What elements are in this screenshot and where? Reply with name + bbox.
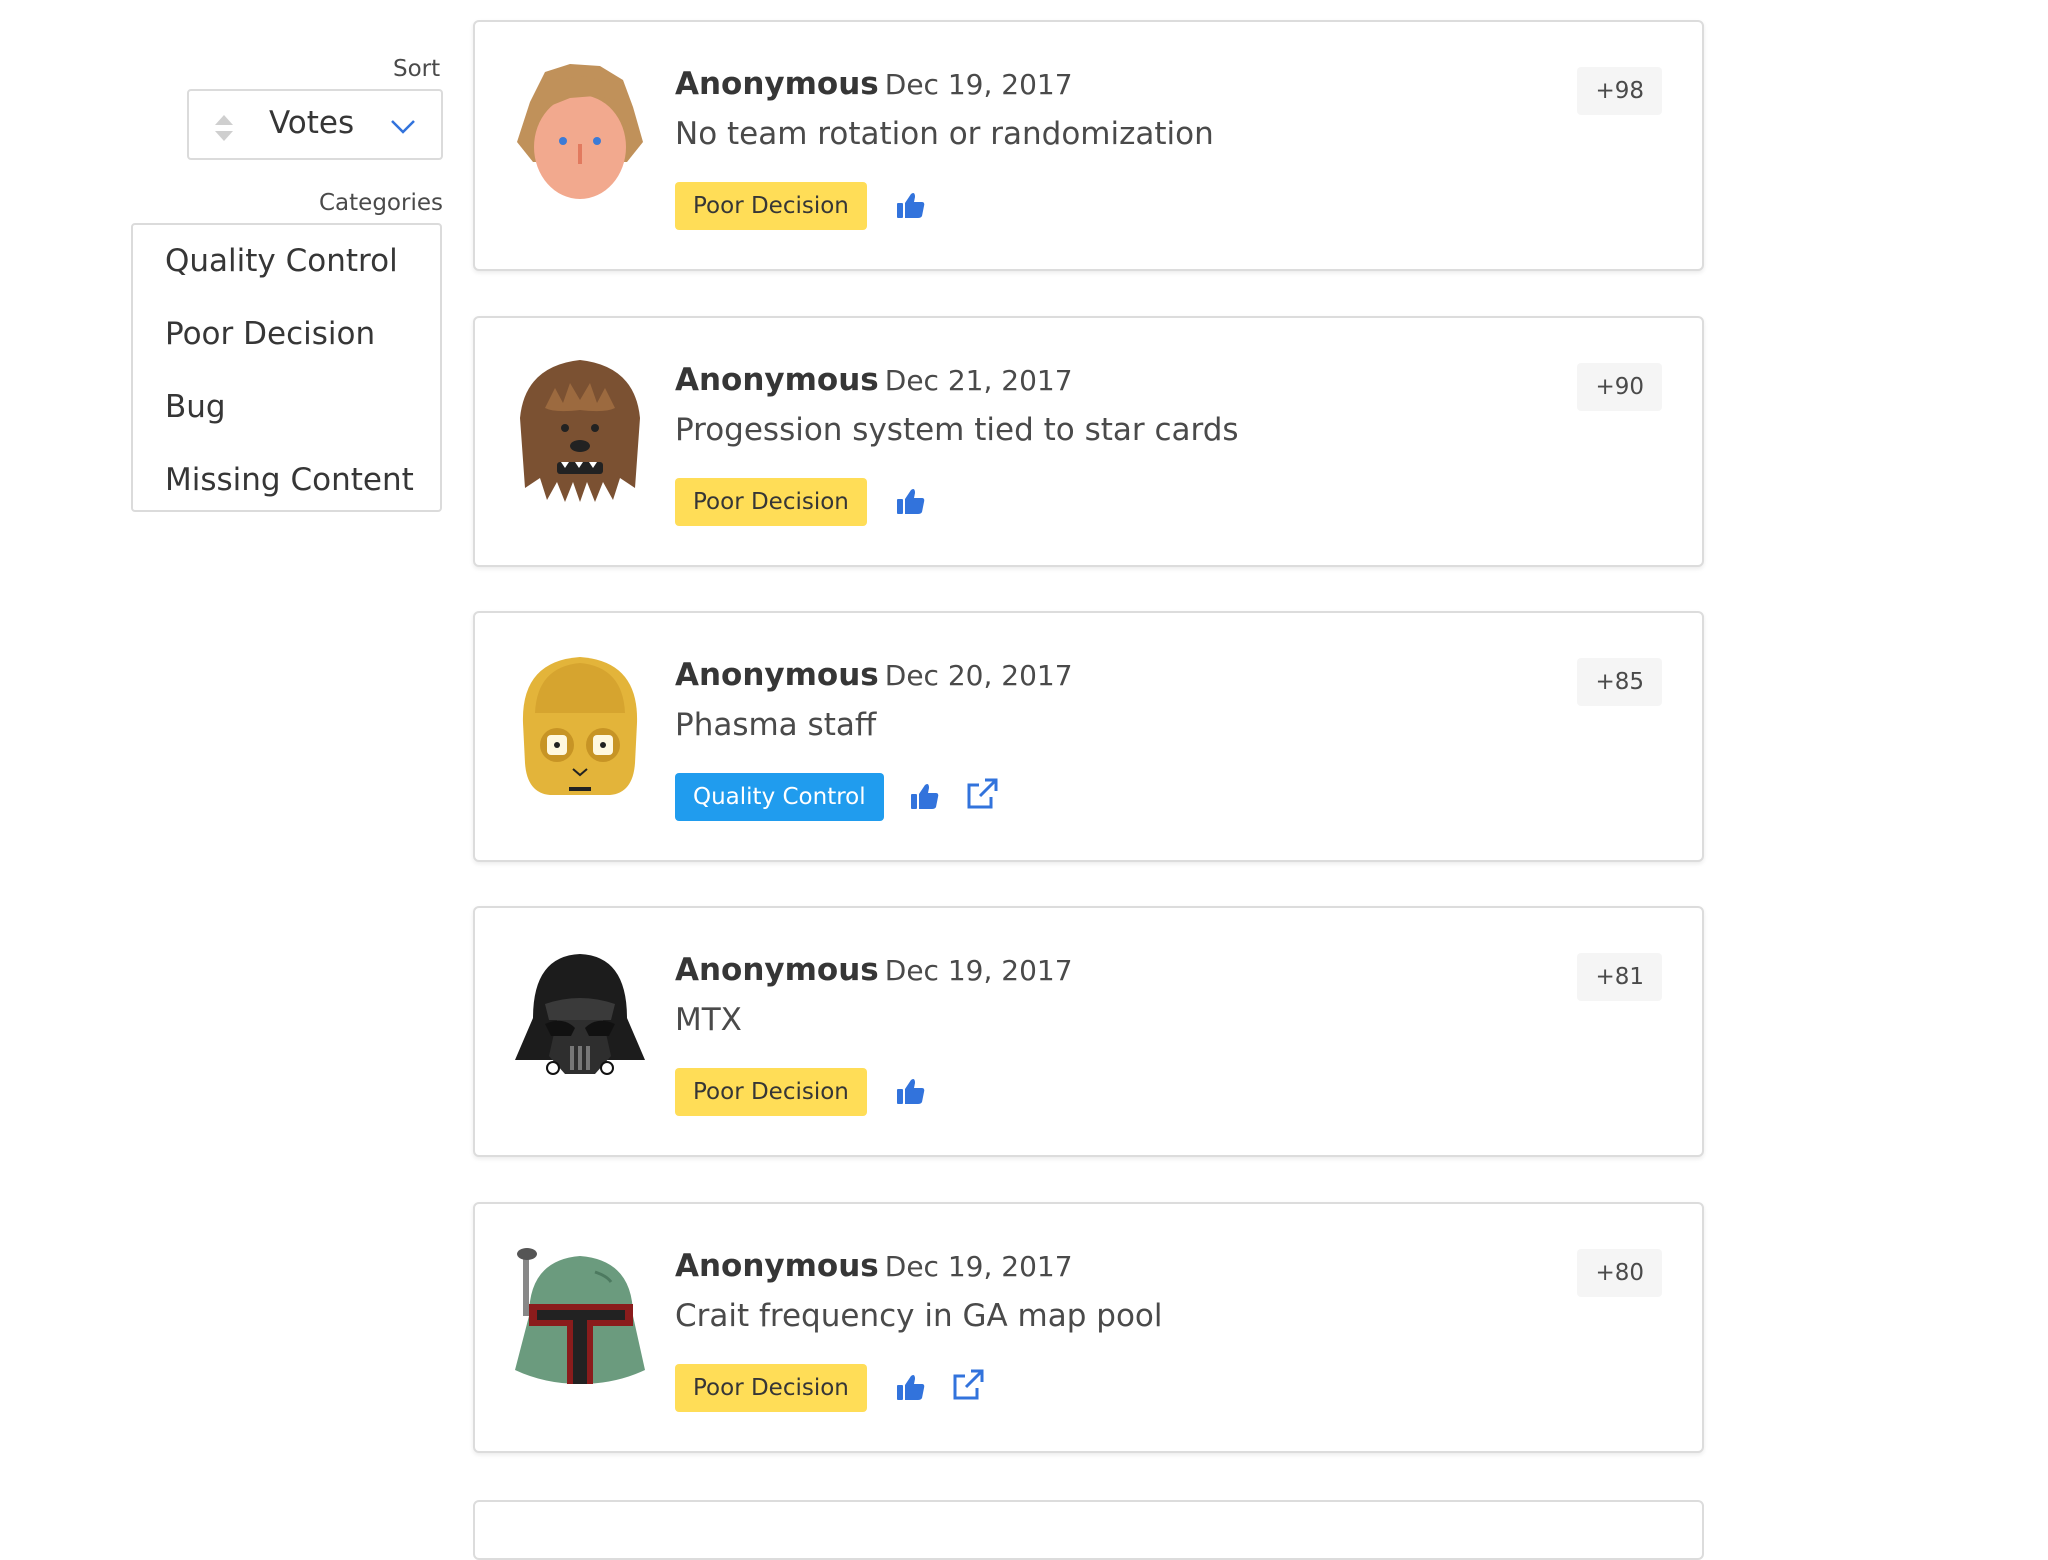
tag-poor-decision[interactable]: Poor Decision [675,1068,867,1116]
post-card-partial [473,1500,1704,1560]
vader-avatar-icon [515,954,645,1075]
post-title: No team rotation or randomization [675,116,1214,152]
c3po-avatar-icon [522,657,638,795]
sort-select[interactable]: Votes [187,89,443,160]
post-meta: Anonymous Dec 21, 2017 [675,362,1073,398]
category-poor-decision[interactable]: Poor Decision [165,316,375,352]
sort-label: Sort [393,56,441,82]
vote-count: +85 [1577,658,1662,706]
categories-label: Categories [319,190,443,216]
thumbs-up-icon[interactable] [896,486,926,516]
luke-avatar-icon [517,64,643,199]
tag-poor-decision[interactable]: Poor Decision [675,478,867,526]
vote-count: +80 [1577,1249,1662,1297]
post-author: Anonymous [675,1248,879,1284]
boba-fett-avatar-icon [515,1248,645,1384]
post-card: Anonymous Dec 21, 2017 Progession system … [473,316,1704,567]
post-card: Anonymous Dec 19, 2017 Crait frequency in… [473,1202,1704,1453]
post-title: Phasma staff [675,707,877,743]
categories-list: Quality Control Poor Decision Bug Missin… [131,223,442,512]
post-title: MTX [675,1002,742,1038]
sort-select-value: Votes [269,105,355,141]
post-date: Dec 21, 2017 [884,364,1073,397]
post-author: Anonymous [675,657,879,693]
post-author: Anonymous [675,952,879,988]
vote-count: +81 [1577,953,1662,1001]
post-title: Progession system tied to star cards [675,412,1239,448]
post-author: Anonymous [675,362,879,398]
post-date: Dec 20, 2017 [884,659,1073,692]
tag-poor-decision[interactable]: Poor Decision [675,1364,867,1412]
post-meta: Anonymous Dec 19, 2017 [675,66,1073,102]
category-bug[interactable]: Bug [165,389,226,425]
post-card: Anonymous Dec 19, 2017 MTX Poor Decision … [473,906,1704,1157]
chewbacca-avatar-icon [520,360,640,502]
post-title: Crait frequency in GA map pool [675,1298,1163,1334]
external-link-icon[interactable] [951,1368,985,1402]
post-meta: Anonymous Dec 19, 2017 [675,952,1073,988]
chevron-down-icon [391,120,415,134]
tag-poor-decision[interactable]: Poor Decision [675,182,867,230]
thumbs-up-icon[interactable] [896,1076,926,1106]
post-card: Anonymous Dec 20, 2017 Phasma staff Quali… [473,611,1704,862]
thumbs-up-icon[interactable] [910,781,940,811]
vote-count: +98 [1577,67,1662,115]
post-date: Dec 19, 2017 [884,1250,1073,1283]
vote-count: +90 [1577,363,1662,411]
thumbs-up-icon[interactable] [896,190,926,220]
thumbs-up-icon[interactable] [896,1372,926,1402]
external-link-icon[interactable] [965,777,999,811]
sort-updown-icon [215,115,233,141]
post-date: Dec 19, 2017 [884,68,1073,101]
post-meta: Anonymous Dec 20, 2017 [675,657,1073,693]
post-author: Anonymous [675,66,879,102]
post-date: Dec 19, 2017 [884,954,1073,987]
category-quality-control[interactable]: Quality Control [165,243,398,279]
category-missing-content[interactable]: Missing Content [165,462,414,498]
tag-quality-control[interactable]: Quality Control [675,773,884,821]
post-card: Anonymous Dec 19, 2017 No team rotation o… [473,20,1704,271]
post-meta: Anonymous Dec 19, 2017 [675,1248,1073,1284]
